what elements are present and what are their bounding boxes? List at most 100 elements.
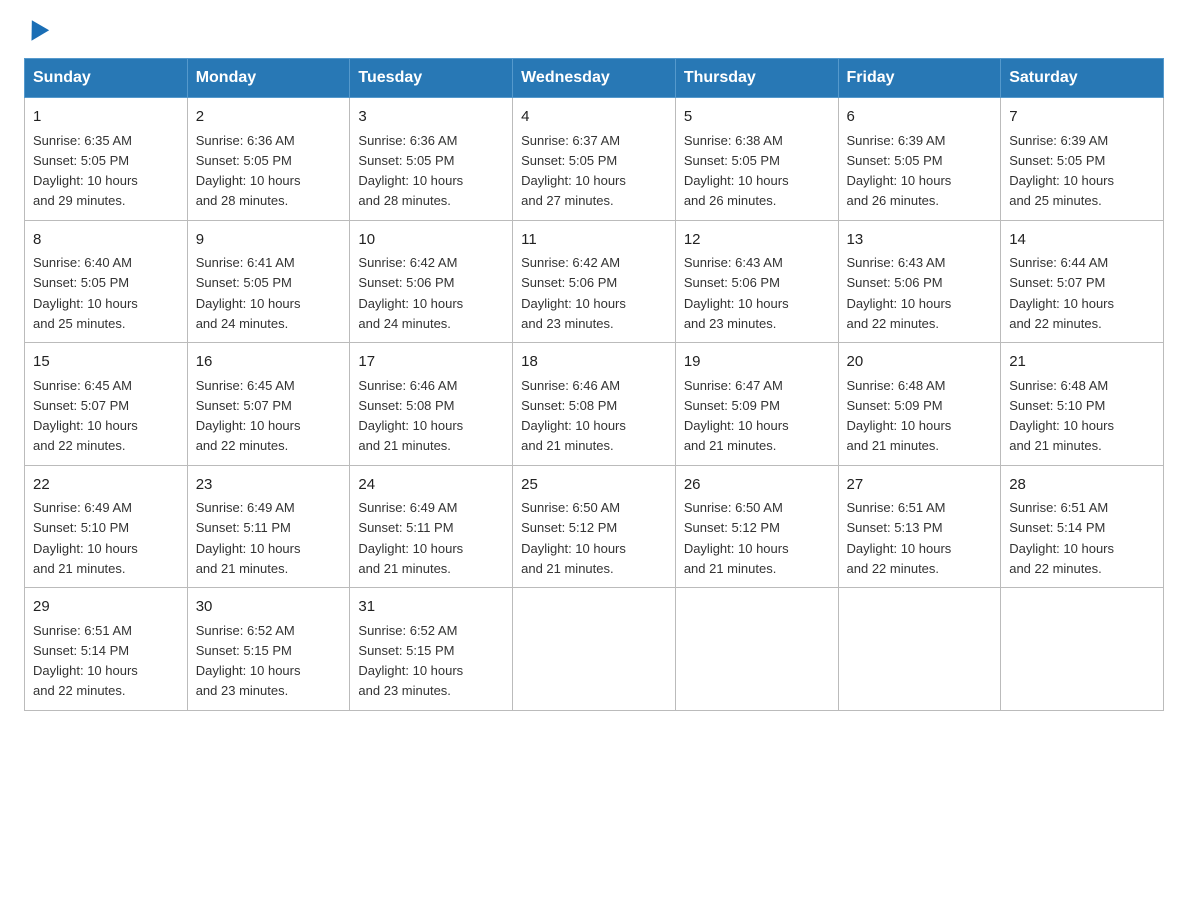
calendar-cell: 12 Sunrise: 6:43 AMSunset: 5:06 PMDaylig… bbox=[675, 220, 838, 343]
day-info: Sunrise: 6:48 AMSunset: 5:09 PMDaylight:… bbox=[847, 378, 952, 454]
days-of-week-row: SundayMondayTuesdayWednesdayThursdayFrid… bbox=[25, 59, 1164, 98]
calendar-cell: 23 Sunrise: 6:49 AMSunset: 5:11 PMDaylig… bbox=[187, 465, 350, 588]
calendar-cell: 31 Sunrise: 6:52 AMSunset: 5:15 PMDaylig… bbox=[350, 588, 513, 711]
day-number: 7 bbox=[1009, 106, 1155, 129]
calendar-cell bbox=[838, 588, 1001, 711]
day-info: Sunrise: 6:41 AMSunset: 5:05 PMDaylight:… bbox=[196, 255, 301, 331]
week-row-1: 1 Sunrise: 6:35 AMSunset: 5:05 PMDayligh… bbox=[25, 98, 1164, 221]
day-info: Sunrise: 6:52 AMSunset: 5:15 PMDaylight:… bbox=[358, 623, 463, 699]
day-number: 3 bbox=[358, 106, 504, 129]
day-number: 19 bbox=[684, 351, 830, 374]
calendar-cell: 20 Sunrise: 6:48 AMSunset: 5:09 PMDaylig… bbox=[838, 343, 1001, 466]
day-info: Sunrise: 6:43 AMSunset: 5:06 PMDaylight:… bbox=[684, 255, 789, 331]
calendar-cell: 30 Sunrise: 6:52 AMSunset: 5:15 PMDaylig… bbox=[187, 588, 350, 711]
day-number: 1 bbox=[33, 106, 179, 129]
calendar-cell bbox=[675, 588, 838, 711]
calendar-cell: 13 Sunrise: 6:43 AMSunset: 5:06 PMDaylig… bbox=[838, 220, 1001, 343]
logo-triangle-icon bbox=[23, 20, 49, 46]
day-number: 9 bbox=[196, 229, 342, 252]
day-info: Sunrise: 6:45 AMSunset: 5:07 PMDaylight:… bbox=[33, 378, 138, 454]
calendar-cell: 15 Sunrise: 6:45 AMSunset: 5:07 PMDaylig… bbox=[25, 343, 188, 466]
day-number: 4 bbox=[521, 106, 667, 129]
calendar-cell: 26 Sunrise: 6:50 AMSunset: 5:12 PMDaylig… bbox=[675, 465, 838, 588]
day-info: Sunrise: 6:44 AMSunset: 5:07 PMDaylight:… bbox=[1009, 255, 1114, 331]
day-info: Sunrise: 6:49 AMSunset: 5:11 PMDaylight:… bbox=[358, 500, 463, 576]
day-info: Sunrise: 6:45 AMSunset: 5:07 PMDaylight:… bbox=[196, 378, 301, 454]
day-info: Sunrise: 6:43 AMSunset: 5:06 PMDaylight:… bbox=[847, 255, 952, 331]
calendar-cell bbox=[513, 588, 676, 711]
calendar-cell: 29 Sunrise: 6:51 AMSunset: 5:14 PMDaylig… bbox=[25, 588, 188, 711]
day-number: 11 bbox=[521, 229, 667, 252]
calendar-cell: 8 Sunrise: 6:40 AMSunset: 5:05 PMDayligh… bbox=[25, 220, 188, 343]
day-info: Sunrise: 6:51 AMSunset: 5:14 PMDaylight:… bbox=[1009, 500, 1114, 576]
day-number: 2 bbox=[196, 106, 342, 129]
day-info: Sunrise: 6:47 AMSunset: 5:09 PMDaylight:… bbox=[684, 378, 789, 454]
calendar-cell: 7 Sunrise: 6:39 AMSunset: 5:05 PMDayligh… bbox=[1001, 98, 1164, 221]
day-info: Sunrise: 6:51 AMSunset: 5:13 PMDaylight:… bbox=[847, 500, 952, 576]
day-header-saturday: Saturday bbox=[1001, 59, 1164, 98]
calendar-header: SundayMondayTuesdayWednesdayThursdayFrid… bbox=[25, 59, 1164, 98]
calendar-cell: 10 Sunrise: 6:42 AMSunset: 5:06 PMDaylig… bbox=[350, 220, 513, 343]
day-info: Sunrise: 6:42 AMSunset: 5:06 PMDaylight:… bbox=[358, 255, 463, 331]
day-info: Sunrise: 6:46 AMSunset: 5:08 PMDaylight:… bbox=[521, 378, 626, 454]
calendar-cell: 24 Sunrise: 6:49 AMSunset: 5:11 PMDaylig… bbox=[350, 465, 513, 588]
day-info: Sunrise: 6:37 AMSunset: 5:05 PMDaylight:… bbox=[521, 133, 626, 209]
day-header-monday: Monday bbox=[187, 59, 350, 98]
day-number: 27 bbox=[847, 474, 993, 497]
day-info: Sunrise: 6:52 AMSunset: 5:15 PMDaylight:… bbox=[196, 623, 301, 699]
day-number: 6 bbox=[847, 106, 993, 129]
day-header-thursday: Thursday bbox=[675, 59, 838, 98]
day-number: 13 bbox=[847, 229, 993, 252]
day-number: 30 bbox=[196, 596, 342, 619]
week-row-3: 15 Sunrise: 6:45 AMSunset: 5:07 PMDaylig… bbox=[25, 343, 1164, 466]
day-info: Sunrise: 6:40 AMSunset: 5:05 PMDaylight:… bbox=[33, 255, 138, 331]
day-info: Sunrise: 6:36 AMSunset: 5:05 PMDaylight:… bbox=[196, 133, 301, 209]
calendar-cell: 14 Sunrise: 6:44 AMSunset: 5:07 PMDaylig… bbox=[1001, 220, 1164, 343]
calendar-cell: 22 Sunrise: 6:49 AMSunset: 5:10 PMDaylig… bbox=[25, 465, 188, 588]
day-number: 5 bbox=[684, 106, 830, 129]
day-info: Sunrise: 6:36 AMSunset: 5:05 PMDaylight:… bbox=[358, 133, 463, 209]
day-info: Sunrise: 6:35 AMSunset: 5:05 PMDaylight:… bbox=[33, 133, 138, 209]
day-number: 26 bbox=[684, 474, 830, 497]
day-number: 10 bbox=[358, 229, 504, 252]
calendar-cell: 9 Sunrise: 6:41 AMSunset: 5:05 PMDayligh… bbox=[187, 220, 350, 343]
day-info: Sunrise: 6:49 AMSunset: 5:10 PMDaylight:… bbox=[33, 500, 138, 576]
calendar-cell: 17 Sunrise: 6:46 AMSunset: 5:08 PMDaylig… bbox=[350, 343, 513, 466]
day-number: 21 bbox=[1009, 351, 1155, 374]
day-number: 14 bbox=[1009, 229, 1155, 252]
day-header-wednesday: Wednesday bbox=[513, 59, 676, 98]
day-number: 17 bbox=[358, 351, 504, 374]
calendar-cell: 16 Sunrise: 6:45 AMSunset: 5:07 PMDaylig… bbox=[187, 343, 350, 466]
day-header-tuesday: Tuesday bbox=[350, 59, 513, 98]
day-info: Sunrise: 6:46 AMSunset: 5:08 PMDaylight:… bbox=[358, 378, 463, 454]
calendar-cell: 2 Sunrise: 6:36 AMSunset: 5:05 PMDayligh… bbox=[187, 98, 350, 221]
day-number: 18 bbox=[521, 351, 667, 374]
day-header-friday: Friday bbox=[838, 59, 1001, 98]
day-info: Sunrise: 6:39 AMSunset: 5:05 PMDaylight:… bbox=[847, 133, 952, 209]
day-info: Sunrise: 6:51 AMSunset: 5:14 PMDaylight:… bbox=[33, 623, 138, 699]
day-number: 15 bbox=[33, 351, 179, 374]
calendar-cell: 3 Sunrise: 6:36 AMSunset: 5:05 PMDayligh… bbox=[350, 98, 513, 221]
day-number: 23 bbox=[196, 474, 342, 497]
calendar-cell: 25 Sunrise: 6:50 AMSunset: 5:12 PMDaylig… bbox=[513, 465, 676, 588]
week-row-4: 22 Sunrise: 6:49 AMSunset: 5:10 PMDaylig… bbox=[25, 465, 1164, 588]
day-info: Sunrise: 6:49 AMSunset: 5:11 PMDaylight:… bbox=[196, 500, 301, 576]
calendar-cell: 28 Sunrise: 6:51 AMSunset: 5:14 PMDaylig… bbox=[1001, 465, 1164, 588]
day-header-sunday: Sunday bbox=[25, 59, 188, 98]
calendar-cell: 1 Sunrise: 6:35 AMSunset: 5:05 PMDayligh… bbox=[25, 98, 188, 221]
day-number: 20 bbox=[847, 351, 993, 374]
calendar-cell: 21 Sunrise: 6:48 AMSunset: 5:10 PMDaylig… bbox=[1001, 343, 1164, 466]
week-row-2: 8 Sunrise: 6:40 AMSunset: 5:05 PMDayligh… bbox=[25, 220, 1164, 343]
day-number: 24 bbox=[358, 474, 504, 497]
day-info: Sunrise: 6:50 AMSunset: 5:12 PMDaylight:… bbox=[684, 500, 789, 576]
page-header bbox=[24, 24, 1164, 42]
calendar-cell: 4 Sunrise: 6:37 AMSunset: 5:05 PMDayligh… bbox=[513, 98, 676, 221]
day-info: Sunrise: 6:50 AMSunset: 5:12 PMDaylight:… bbox=[521, 500, 626, 576]
day-info: Sunrise: 6:42 AMSunset: 5:06 PMDaylight:… bbox=[521, 255, 626, 331]
calendar-cell: 18 Sunrise: 6:46 AMSunset: 5:08 PMDaylig… bbox=[513, 343, 676, 466]
calendar-cell: 11 Sunrise: 6:42 AMSunset: 5:06 PMDaylig… bbox=[513, 220, 676, 343]
day-number: 28 bbox=[1009, 474, 1155, 497]
week-row-5: 29 Sunrise: 6:51 AMSunset: 5:14 PMDaylig… bbox=[25, 588, 1164, 711]
calendar-cell: 27 Sunrise: 6:51 AMSunset: 5:13 PMDaylig… bbox=[838, 465, 1001, 588]
calendar-cell: 19 Sunrise: 6:47 AMSunset: 5:09 PMDaylig… bbox=[675, 343, 838, 466]
